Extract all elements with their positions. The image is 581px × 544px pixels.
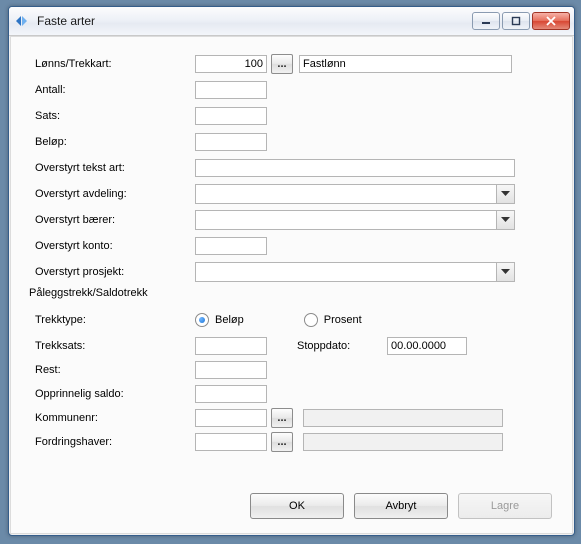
label-kommunenr: Kommunenr: [35, 412, 195, 424]
label-belop: Beløp: [35, 136, 195, 148]
input-over-tekst[interactable] [195, 159, 515, 177]
input-fordringshaver[interactable] [195, 433, 267, 451]
lagre-button: Lagre [458, 493, 552, 519]
ok-button[interactable]: OK [250, 493, 344, 519]
label-trekksats: Trekksats: [35, 340, 195, 352]
window-title: Faste arter [37, 14, 472, 28]
input-belop[interactable] [195, 133, 267, 151]
label-over-baerer: Overstyrt bærer: [35, 214, 195, 226]
lookup-kommunenr[interactable]: ... [271, 408, 293, 428]
combo-over-avdeling[interactable] [195, 184, 515, 204]
chevron-down-icon [496, 185, 514, 203]
label-sats: Sats: [35, 110, 195, 122]
input-sats[interactable] [195, 107, 267, 125]
combo-over-prosjekt-text [196, 263, 496, 281]
avbryt-button[interactable]: Avbryt [354, 493, 448, 519]
maximize-button[interactable] [502, 12, 530, 30]
input-trekksats[interactable] [195, 337, 267, 355]
display-fordringshaver-name [303, 433, 503, 451]
input-rest[interactable] [195, 361, 267, 379]
label-stoppdato: Stoppdato: [297, 340, 387, 352]
chevron-down-icon [496, 211, 514, 229]
label-over-avdeling: Overstyrt avdeling: [35, 188, 195, 200]
label-opprinnelig: Opprinnelig saldo: [35, 388, 195, 400]
combo-over-prosjekt[interactable] [195, 262, 515, 282]
combo-over-baerer-text [196, 211, 496, 229]
input-lonns-trekkart-name[interactable] [299, 55, 512, 73]
minimize-button[interactable] [472, 12, 500, 30]
app-icon [15, 13, 31, 29]
client-area: Lønns/Trekkart: ... Antall: Sats: Beløp:… [10, 36, 573, 534]
radio-belop-label: Beløp [215, 314, 244, 326]
input-kommunenr[interactable] [195, 409, 267, 427]
label-antall: Antall: [35, 84, 195, 96]
label-lonns-trekkart: Lønns/Trekkart: [35, 58, 195, 70]
label-rest: Rest: [35, 364, 195, 376]
input-opprinnelig[interactable] [195, 385, 267, 403]
label-trekktype: Trekktype: [35, 314, 195, 326]
lookup-fordringshaver[interactable]: ... [271, 432, 293, 452]
label-fordringshaver: Fordringshaver: [35, 436, 195, 448]
input-over-konto[interactable] [195, 237, 267, 255]
radio-belop[interactable]: Beløp [195, 313, 244, 327]
input-antall[interactable] [195, 81, 267, 99]
display-kommunenr-name [303, 409, 503, 427]
combo-over-baerer[interactable] [195, 210, 515, 230]
titlebar: Faste arter [9, 7, 574, 36]
section-heading: Påleggstrekk/Saldotrekk [29, 287, 148, 299]
chevron-down-icon [496, 263, 514, 281]
lookup-lonns-trekkart[interactable]: ... [271, 54, 293, 74]
radio-prosent[interactable]: Prosent [304, 313, 362, 327]
label-over-prosjekt: Overstyrt prosjekt: [35, 266, 195, 278]
radio-dot-icon [304, 313, 318, 327]
label-over-konto: Overstyrt konto: [35, 240, 195, 252]
radio-prosent-label: Prosent [324, 314, 362, 326]
close-button[interactable] [532, 12, 570, 30]
input-lonns-trekkart-code[interactable] [195, 55, 267, 73]
label-over-tekst: Overstyrt tekst art: [35, 162, 195, 174]
input-stoppdato[interactable] [387, 337, 467, 355]
window-frame: Faste arter Lønns/Trekkart: ... Antall: [8, 6, 575, 536]
radio-dot-icon [195, 313, 209, 327]
combo-over-avdeling-text [196, 185, 496, 203]
